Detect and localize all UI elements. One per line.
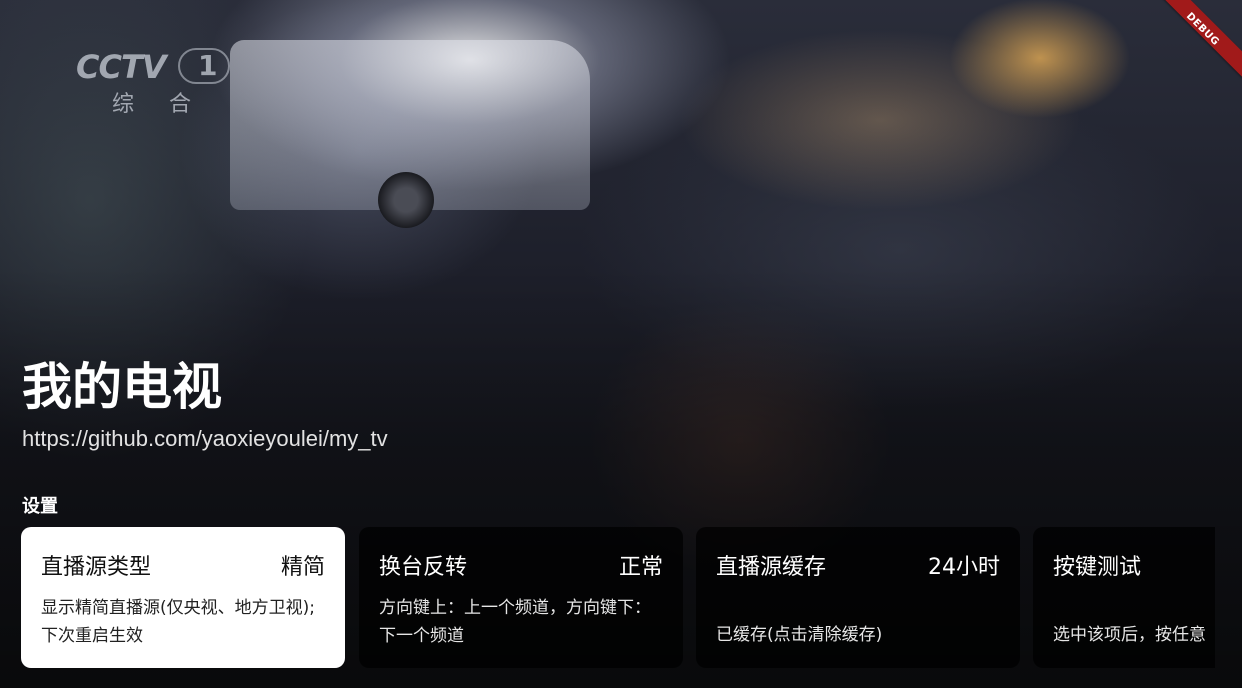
app-repo-url: https://github.com/yaoxieyoulei/my_tv — [22, 426, 388, 451]
app-title: 我的电视 — [22, 358, 222, 416]
setting-card-title: 换台反转 — [379, 555, 468, 580]
setting-card-title: 直播源缓存 — [716, 555, 827, 580]
setting-card-value: 精简 — [280, 555, 325, 580]
video-player-screen: CCTV 1 综 合 DEBUG 我的电视 https://github.com… — [0, 0, 1242, 688]
setting-card-source-cache[interactable]: 直播源缓存 24小时 已缓存(点击清除缓存) — [696, 527, 1020, 668]
debug-banner: DEBUG — [1145, 0, 1242, 87]
settings-list: 直播源类型 精简 显示精简直播源(仅央视、地方卫视); 下次重启生效 换台反转 … — [21, 527, 1215, 669]
channel-logo-number-badge: 1 — [178, 48, 230, 84]
channel-logo-brand: CCTV — [76, 48, 167, 86]
channel-logo-number: 1 — [198, 49, 218, 82]
setting-card-value: 24小时 — [928, 555, 1000, 580]
setting-card-source-type[interactable]: 直播源类型 精简 显示精简直播源(仅央视、地方卫视); 下次重启生效 — [21, 527, 345, 668]
setting-card-channel-reverse[interactable]: 换台反转 正常 方向键上：上一个频道，方向键下：下一个频道 — [359, 527, 683, 668]
video-frame-wheel — [378, 172, 434, 228]
setting-card-key-test[interactable]: 按键测试 选中该项后，按任意 — [1033, 527, 1215, 668]
debug-banner-label: DEBUG — [1183, 10, 1222, 49]
setting-card-title: 按键测试 — [1053, 555, 1142, 580]
setting-card-description: 显示精简直播源(仅央视、地方卫视); 下次重启生效 — [41, 598, 315, 646]
setting-card-description: 方向键上：上一个频道，方向键下：下一个频道 — [379, 598, 651, 646]
settings-section-title: 设置 — [22, 496, 58, 517]
channel-logo-subtitle: 综 合 — [112, 92, 205, 117]
setting-card-description: 已缓存(点击清除缓存) — [716, 625, 883, 645]
channel-logo: CCTV 1 综 合 — [72, 46, 232, 118]
setting-card-description: 选中该项后，按任意 — [1053, 625, 1206, 645]
setting-card-title: 直播源类型 — [41, 555, 152, 580]
setting-card-value: 正常 — [618, 555, 663, 580]
